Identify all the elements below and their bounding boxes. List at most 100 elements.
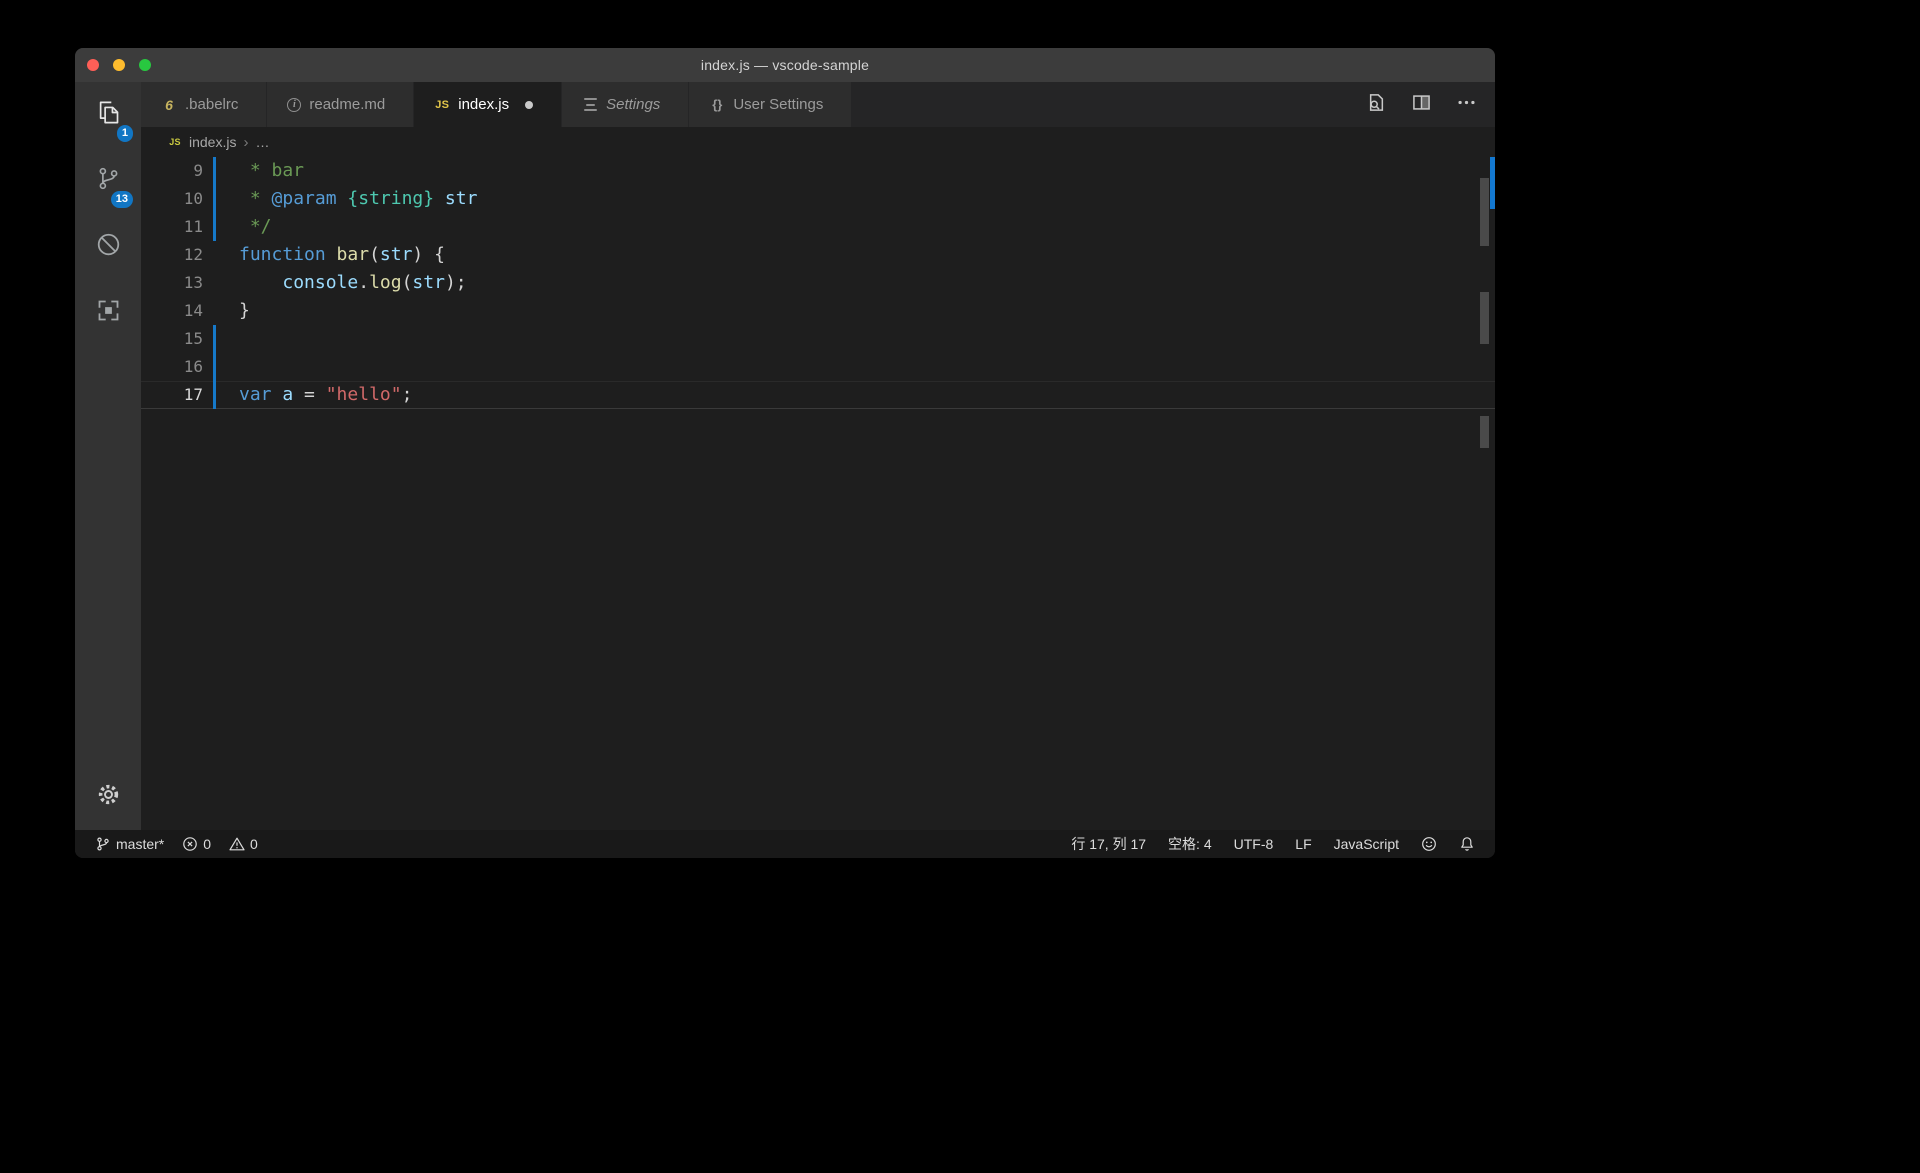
activity-source-control-button[interactable]: 13 — [75, 148, 141, 214]
braces-icon: {} — [709, 97, 725, 113]
token — [326, 244, 337, 265]
line-number[interactable]: 12 — [141, 241, 203, 269]
git-gutter-marker — [213, 381, 216, 409]
token: a — [282, 384, 293, 405]
breadcrumb: JS index.js › … — [141, 127, 1495, 157]
token: ( — [402, 272, 413, 293]
git-gutter-marker — [213, 241, 216, 269]
more-actions-icon[interactable] — [1456, 92, 1477, 118]
extensions-icon — [95, 297, 122, 329]
git-gutter-marker — [213, 353, 216, 381]
code-editor[interactable]: 9 * bar10 * @param {string} str11 */12fu… — [141, 157, 1495, 830]
activity-bar: 1 13 — [75, 82, 141, 830]
token: str — [434, 188, 477, 209]
tab-label: User Settings — [733, 96, 823, 113]
line-number[interactable]: 9 — [141, 157, 203, 185]
activity-explorer-button[interactable]: 1 — [75, 82, 141, 148]
bell-icon — [1459, 836, 1475, 852]
line-number[interactable]: 15 — [141, 325, 203, 353]
tab-user-settings[interactable]: {} User Settings — [689, 82, 852, 127]
token — [337, 188, 348, 209]
files-icon — [95, 99, 122, 131]
warnings-status[interactable]: 0 — [229, 836, 258, 852]
notifications-bell-button[interactable] — [1459, 836, 1475, 852]
feedback-smiley-button[interactable] — [1421, 836, 1437, 852]
code-text[interactable]: */ — [239, 213, 272, 241]
token: bar — [337, 244, 370, 265]
token: * — [239, 188, 272, 209]
vscode-window: index.js — vscode-sample 1 — [75, 48, 1495, 858]
editor-actions — [1366, 82, 1495, 127]
tab-index-js[interactable]: JS index.js — [414, 82, 562, 127]
breadcrumb-file[interactable]: index.js — [189, 134, 236, 150]
settings-sliders-icon — [582, 97, 598, 113]
git-gutter-marker — [213, 269, 216, 297]
token: = — [293, 384, 326, 405]
scrollbar-marker — [1480, 292, 1489, 344]
close-window-button[interactable] — [87, 59, 99, 71]
js-file-icon: JS — [168, 135, 182, 149]
encoding[interactable]: UTF-8 — [1234, 836, 1274, 852]
code-line-13[interactable]: 13 console.log(str); — [141, 269, 1495, 297]
breadcrumb-symbol[interactable]: … — [255, 134, 269, 150]
code-line-14[interactable]: 14} — [141, 297, 1495, 325]
line-number[interactable]: 16 — [141, 353, 203, 381]
js-icon: JS — [434, 97, 450, 113]
eol-sequence[interactable]: LF — [1295, 836, 1311, 852]
line-number[interactable]: 14 — [141, 297, 203, 325]
code-text[interactable]: } — [239, 297, 250, 325]
tab-settings[interactable]: Settings — [562, 82, 689, 127]
code-text[interactable]: function bar(str) { — [239, 241, 445, 269]
code-text[interactable]: console.log(str); — [239, 269, 467, 297]
cursor-position[interactable]: 行 17, 列 17 — [1071, 834, 1146, 854]
status-bar: master* 0 0 行 17, 列 17 空格: 4 UTF-8 LF Ja… — [75, 830, 1495, 858]
scrollbar-marker — [1480, 178, 1489, 246]
code-line-17[interactable]: 17 var a = "hello"; — [141, 381, 1495, 409]
activity-extensions-button[interactable] — [75, 280, 141, 346]
tab-readme-md[interactable]: ireadme.md — [267, 82, 414, 127]
open-changes-icon[interactable] — [1366, 92, 1387, 118]
token: ) { — [412, 244, 445, 265]
zoom-window-button[interactable] — [139, 59, 151, 71]
language-mode[interactable]: JavaScript — [1334, 836, 1399, 852]
token: * bar — [239, 160, 304, 181]
titlebar[interactable]: index.js — vscode-sample — [75, 48, 1495, 82]
git-gutter-marker — [213, 213, 216, 241]
activity-debug-button[interactable] — [75, 214, 141, 280]
token — [239, 272, 282, 293]
code-text[interactable]: * bar — [239, 157, 304, 185]
debug-disabled-icon — [95, 231, 122, 263]
git-branch-status[interactable]: master* — [95, 836, 164, 852]
overview-ruler[interactable] — [1480, 157, 1495, 830]
indentation[interactable]: 空格: 4 — [1168, 834, 1212, 854]
token: str — [380, 244, 413, 265]
chevron-right-icon: › — [243, 134, 248, 151]
code-text[interactable]: var a = "hello"; — [239, 381, 412, 409]
token: } — [239, 300, 250, 321]
code-line-9[interactable]: 9 * bar — [141, 157, 1495, 185]
code-text[interactable]: * @param {string} str — [239, 185, 477, 213]
line-number[interactable]: 13 — [141, 269, 203, 297]
errors-status[interactable]: 0 — [182, 836, 211, 852]
code-line-16[interactable]: 16 — [141, 353, 1495, 381]
line-number[interactable]: 17 — [141, 381, 203, 409]
smiley-icon — [1421, 836, 1437, 852]
tab-label: index.js — [458, 96, 509, 113]
modified-dot-icon — [525, 101, 533, 109]
scrollbar-marker — [1480, 416, 1489, 448]
minimize-window-button[interactable] — [113, 59, 125, 71]
tab-bar: 6.babelrcireadme.md JS index.js Settings {} U… — [141, 82, 1495, 127]
git-branch-icon — [95, 836, 111, 852]
split-editor-icon[interactable] — [1411, 92, 1432, 118]
settings-gear-button[interactable] — [75, 764, 141, 830]
token — [272, 384, 283, 405]
code-line-12[interactable]: 12 function bar(str) { — [141, 241, 1495, 269]
code-line-10[interactable]: 10 * @param {string} str — [141, 185, 1495, 213]
git-gutter-marker — [213, 157, 216, 185]
code-line-11[interactable]: 11 */ — [141, 213, 1495, 241]
line-number[interactable]: 10 — [141, 185, 203, 213]
code-line-15[interactable]: 15 — [141, 325, 1495, 353]
line-number[interactable]: 11 — [141, 213, 203, 241]
tab-babelrc[interactable]: 6.babelrc — [141, 82, 267, 127]
gear-icon — [95, 781, 122, 813]
